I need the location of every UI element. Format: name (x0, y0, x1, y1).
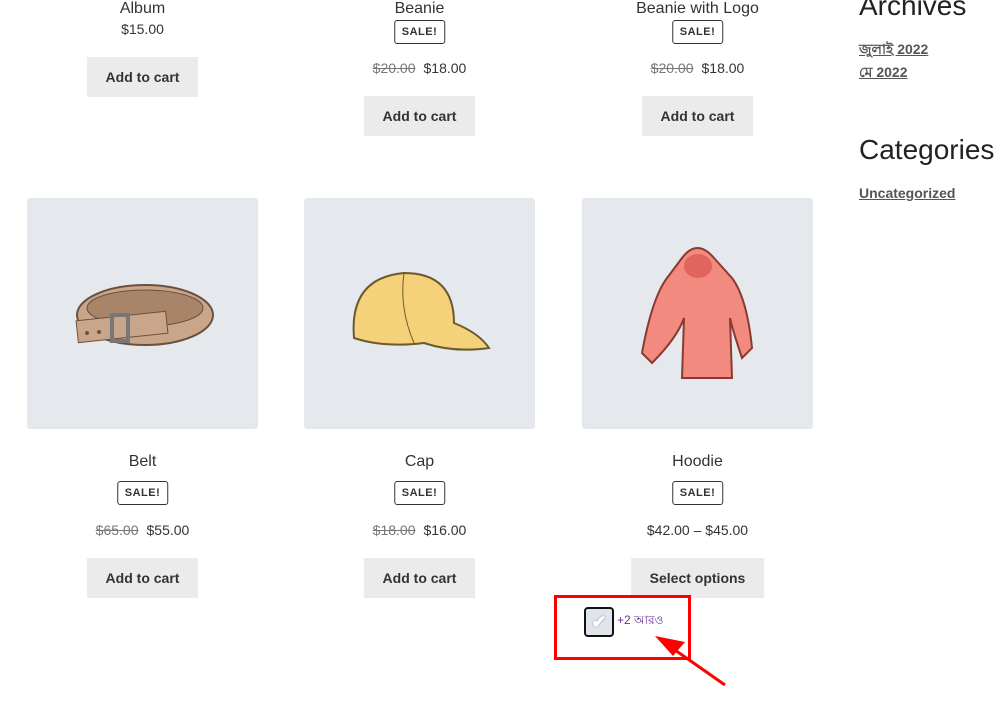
product-price: $20.00 $18.00 (304, 60, 535, 76)
old-price: $18.00 (372, 522, 416, 538)
add-to-cart-button[interactable]: Add to cart (641, 96, 754, 136)
sale-badge: SALE! (671, 481, 724, 505)
select-options-button[interactable]: Select options (630, 558, 765, 598)
product-image-hoodie[interactable] (582, 198, 813, 429)
category-link[interactable]: Uncategorized (859, 185, 955, 201)
old-price: $20.00 (372, 60, 416, 76)
sale-badge: SALE! (671, 20, 724, 44)
belt-image (75, 284, 214, 346)
product-image-cap[interactable] (304, 198, 535, 429)
sale-price: $55.00 (146, 522, 190, 538)
sale-badge: SALE! (393, 20, 446, 44)
sale-badge: SALE! (393, 481, 446, 505)
add-to-cart-button[interactable]: Add to cart (363, 558, 476, 598)
product-title[interactable]: Beanie with Logo (582, 0, 813, 17)
sale-badge: SALE! (116, 481, 169, 505)
hoodie-image (640, 247, 754, 379)
categories-heading: Categories (859, 134, 995, 165)
product-price: $20.00 $18.00 (582, 60, 813, 76)
product-title[interactable]: Album (27, 0, 258, 17)
sale-price: $18.00 (701, 60, 745, 76)
product-title[interactable]: Beanie (304, 0, 535, 17)
old-price: $20.00 (650, 60, 694, 76)
archive-link[interactable]: মে 2022 (859, 61, 908, 85)
product-image-belt[interactable] (27, 198, 258, 429)
product-price: $42.00 – $45.00 (646, 522, 749, 538)
archives-heading: Archives (859, 0, 967, 21)
product-price: $65.00 $55.00 (27, 522, 258, 538)
sale-price: $18.00 (423, 60, 467, 76)
product-price: $18.00 $16.00 (304, 522, 535, 538)
highlight-box (554, 595, 691, 660)
product-title[interactable]: Hoodie (582, 453, 813, 471)
old-price: $65.00 (95, 522, 139, 538)
cap-image (352, 271, 491, 351)
add-to-cart-button[interactable]: Add to cart (86, 57, 199, 97)
sale-price: $16.00 (423, 522, 467, 538)
archive-link[interactable]: জুলাই 2022 (859, 38, 928, 62)
product-title[interactable]: Belt (27, 453, 258, 471)
product-title[interactable]: Cap (304, 453, 535, 471)
add-to-cart-button[interactable]: Add to cart (363, 96, 476, 136)
add-to-cart-button[interactable]: Add to cart (86, 558, 199, 598)
product-price: $15.00 (121, 21, 164, 37)
